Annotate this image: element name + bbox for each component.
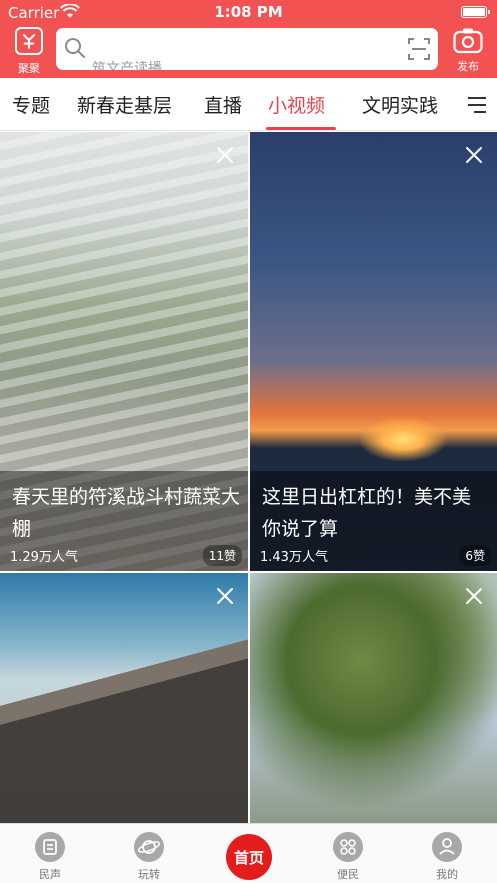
search-placeholder: 筑文产读播 xyxy=(92,61,162,70)
tab-xinchun[interactable]: 新春走基层 xyxy=(77,91,172,118)
card-title: 这里日出杠杠的！美不美你说了算 xyxy=(262,486,472,540)
video-card[interactable]: 这里日出杠杠的！美不美你说了算 1.43万人气 6赞 xyxy=(250,132,497,571)
clock: 1:08 PM xyxy=(214,3,283,21)
juju-label: 聚聚 xyxy=(18,62,40,75)
juju-button[interactable]: 聚聚 xyxy=(10,27,48,76)
close-icon[interactable] xyxy=(216,587,234,605)
video-card[interactable] xyxy=(0,573,248,823)
nav-label: 便民 xyxy=(337,868,359,881)
video-card[interactable]: 春天里的符溪战斗村蔬菜大棚 1.29万人气 11赞 xyxy=(0,132,248,571)
card-caption: 春天里的符溪战斗村蔬菜大棚 1.29万人气 11赞 xyxy=(0,471,248,571)
close-icon[interactable] xyxy=(216,146,234,164)
card-title: 春天里的符溪战斗村蔬菜大棚 xyxy=(12,486,241,540)
scan-icon[interactable] xyxy=(408,38,430,60)
like-count: 11赞 xyxy=(202,545,242,566)
popularity-count: 1.29万人气 xyxy=(10,550,78,565)
grid-icon xyxy=(333,832,363,862)
nav-wode[interactable]: 我的 xyxy=(417,832,477,882)
home-label: 首页 xyxy=(233,848,264,867)
popularity-count: 1.43万人气 xyxy=(260,550,328,565)
nav-home-button[interactable]: 首页 xyxy=(226,834,272,880)
app-header: Carrier 1:08 PM 聚聚 筑文产读播 发布 xyxy=(0,0,497,78)
close-icon[interactable] xyxy=(465,146,483,164)
nav-label: 我的 xyxy=(436,868,458,881)
search-icon xyxy=(65,38,85,58)
camera-icon xyxy=(453,28,483,54)
nav-bianmin[interactable]: 便民 xyxy=(318,832,378,882)
tab-wenming[interactable]: 文明实践 xyxy=(362,91,438,118)
battery-icon xyxy=(461,6,490,18)
channel-tabs: 专题 新春走基层 直播 小视频 文明实践 xyxy=(0,78,497,131)
card-caption: 这里日出杠杠的！美不美你说了算 1.43万人气 6赞 xyxy=(250,471,497,571)
tab-zhibo[interactable]: 直播 xyxy=(204,91,242,118)
nav-label: 民声 xyxy=(39,868,61,881)
menu-icon[interactable] xyxy=(467,96,487,114)
people-voice-icon xyxy=(35,832,65,862)
bottom-nav: 民声 玩转 首页 便民 我的 xyxy=(0,823,497,883)
nav-minsheng[interactable]: 民声 xyxy=(20,832,80,882)
profile-icon xyxy=(432,832,462,862)
nav-wanzhuan[interactable]: 玩转 xyxy=(119,832,179,882)
publish-button[interactable]: 发布 xyxy=(449,27,487,74)
status-bar: Carrier 1:08 PM xyxy=(0,0,497,26)
planet-icon xyxy=(134,832,164,862)
like-count: 6赞 xyxy=(459,545,491,566)
publish-label: 发布 xyxy=(457,60,479,73)
tab-xiaoshipin[interactable]: 小视频 xyxy=(268,91,325,118)
search-bar[interactable]: 筑文产读播 xyxy=(56,28,438,70)
close-icon[interactable] xyxy=(465,587,483,605)
nav-label: 玩转 xyxy=(138,868,160,881)
tab-zhuanti[interactable]: 专题 xyxy=(12,91,50,118)
video-card[interactable] xyxy=(250,573,497,823)
active-tab-indicator xyxy=(266,127,336,130)
juju-logo-icon xyxy=(15,27,43,55)
